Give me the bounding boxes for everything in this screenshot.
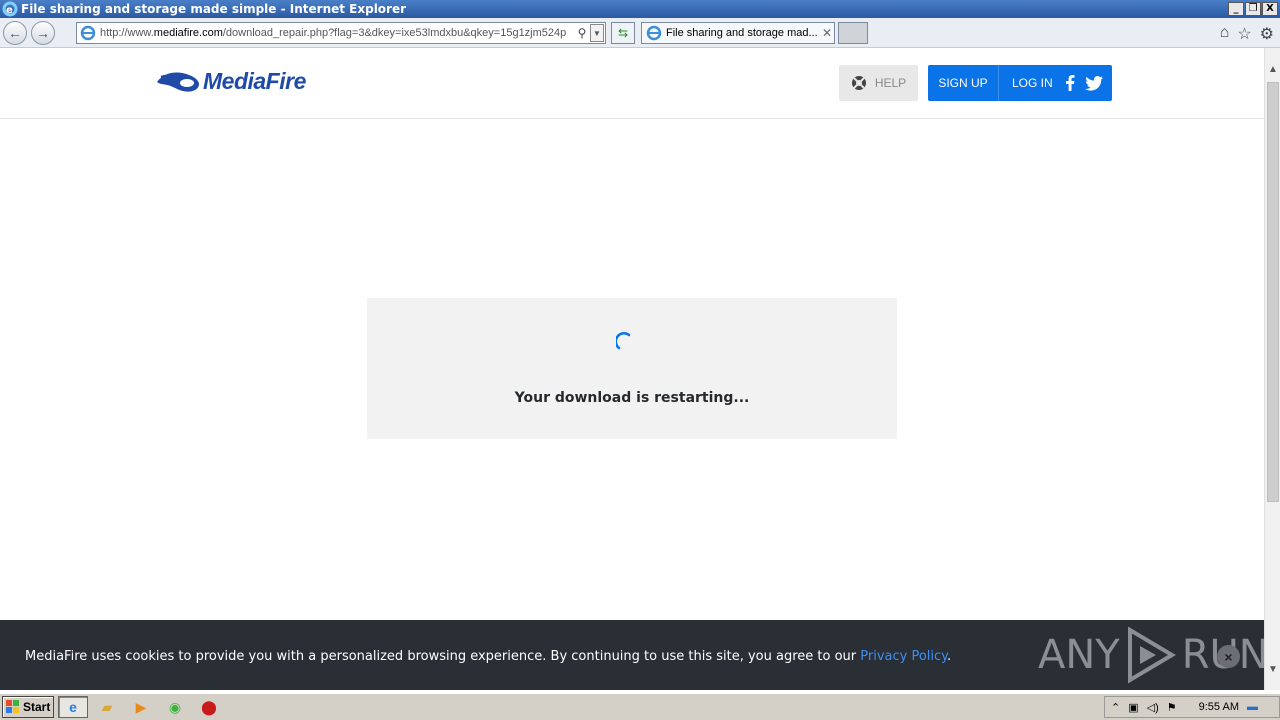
twitter-icon[interactable] <box>1084 74 1103 92</box>
scroll-up-button[interactable]: ▲ <box>1265 62 1280 78</box>
taskbar-ie[interactable]: e <box>58 696 88 718</box>
windows-logo-icon <box>6 700 19 713</box>
back-button[interactable]: ← <box>3 21 27 45</box>
start-button[interactable]: Start <box>2 696 54 718</box>
site-header: MediaFire HELP SIGN UP LOG IN <box>0 48 1264 119</box>
media-player-icon: ▶ <box>135 698 147 715</box>
folder-icon: ▰ <box>101 698 113 715</box>
home-icon[interactable]: ⌂ <box>1220 24 1230 44</box>
minimize-button[interactable]: _ <box>1228 2 1244 16</box>
volume-icon[interactable]: ◁) <box>1147 701 1159 714</box>
vertical-scrollbar[interactable]: ▲ ▼ <box>1264 48 1280 690</box>
ie-icon <box>80 25 96 41</box>
refresh-button[interactable]: ⇆ <box>611 22 635 44</box>
logo-text: MediaFire <box>203 68 306 94</box>
start-label: Start <box>23 700 51 714</box>
network-icon[interactable]: ▣ <box>1128 701 1138 714</box>
cookie-banner: MediaFire uses cookies to provide you wi… <box>0 620 1264 690</box>
forward-arrow-icon: → <box>36 25 50 41</box>
ie-icon <box>646 25 662 41</box>
scroll-down-button[interactable]: ▼ <box>1265 662 1280 678</box>
window-title: File sharing and storage made simple - I… <box>21 2 407 16</box>
play-logo-icon <box>1127 626 1176 684</box>
flag-icon[interactable]: ⚑ <box>1167 701 1177 714</box>
ie-icon: e <box>2 1 18 17</box>
cookie-text: MediaFire uses cookies to provide you wi… <box>25 649 952 664</box>
star-icon[interactable]: ☆ <box>1237 24 1251 44</box>
lifebuoy-icon <box>851 76 866 90</box>
refresh-icon: ⇆ <box>617 26 629 40</box>
address-url[interactable]: http://www.mediafire.com/download_repair… <box>100 27 574 39</box>
chrome-icon: ◉ <box>168 698 182 715</box>
web-page: MediaFire HELP SIGN UP LOG IN Your downl… <box>0 48 1264 690</box>
system-tray: ⌃ ▣ ◁) ⚑ 9:55 AM ▬ <box>1104 696 1280 718</box>
tray-expand-icon[interactable]: ⌃ <box>1111 701 1120 714</box>
taskbar-explorer[interactable]: ▰ <box>92 696 122 718</box>
search-icon[interactable]: ⚲ <box>574 26 590 40</box>
show-desktop-icon[interactable]: ▬ <box>1247 701 1258 713</box>
ie-icon: e <box>69 699 77 715</box>
browser-actions: ⌂ ☆ ⚙ <box>1220 24 1274 44</box>
social-login <box>1061 74 1103 92</box>
address-dropdown[interactable]: ▼ <box>590 24 604 42</box>
window-controls: _ ❐ X <box>1228 2 1278 16</box>
privacy-policy-link[interactable]: Privacy Policy <box>860 649 947 664</box>
spinner-icon <box>616 332 631 350</box>
new-tab-button[interactable] <box>838 22 868 44</box>
taskbar-alert[interactable]: ⬤ <box>194 696 224 718</box>
help-label: HELP <box>874 76 907 90</box>
taskbar-media-player[interactable]: ▶ <box>126 696 156 718</box>
svg-text:e: e <box>6 5 13 16</box>
address-bar[interactable]: http://www.mediafire.com/download_repair… <box>76 22 606 44</box>
help-button[interactable]: HELP <box>839 65 918 101</box>
close-window-button[interactable]: X <box>1262 2 1278 16</box>
browser-toolbar: ← → http://www.mediafire.com/download_re… <box>0 18 1280 48</box>
restore-button[interactable]: ❐ <box>1245 2 1261 16</box>
download-status-card: Your download is restarting... <box>367 298 897 439</box>
close-icon[interactable]: ✕ <box>820 26 834 40</box>
back-arrow-icon: ← <box>8 25 22 41</box>
status-message: Your download is restarting... <box>514 390 750 406</box>
auth-group: SIGN UP LOG IN <box>928 65 1112 101</box>
flame-icon <box>157 72 199 92</box>
login-button[interactable]: LOG IN <box>999 74 1103 92</box>
stop-icon: ⬤ <box>201 698 217 715</box>
tab-active[interactable]: File sharing and storage mad... ✕ <box>641 22 835 44</box>
forward-button[interactable]: → <box>31 21 55 45</box>
cookie-close-button[interactable]: × <box>1217 645 1240 668</box>
login-label: LOG IN <box>1012 76 1053 90</box>
window-titlebar: e File sharing and storage made simple -… <box>0 0 1280 18</box>
facebook-icon[interactable] <box>1061 74 1079 92</box>
gear-icon[interactable]: ⚙ <box>1260 24 1274 44</box>
taskbar: Start e ▰ ▶ ◉ ⬤ ⌃ ▣ ◁) ⚑ 9:55 AM ▬ <box>0 693 1280 720</box>
mediafire-logo[interactable]: MediaFire <box>155 68 306 95</box>
tab-title: File sharing and storage mad... <box>666 27 818 39</box>
clock[interactable]: 9:55 AM <box>1199 701 1239 713</box>
signup-button[interactable]: SIGN UP <box>928 65 999 101</box>
scroll-thumb[interactable] <box>1267 82 1279 502</box>
taskbar-chrome[interactable]: ◉ <box>160 696 190 718</box>
